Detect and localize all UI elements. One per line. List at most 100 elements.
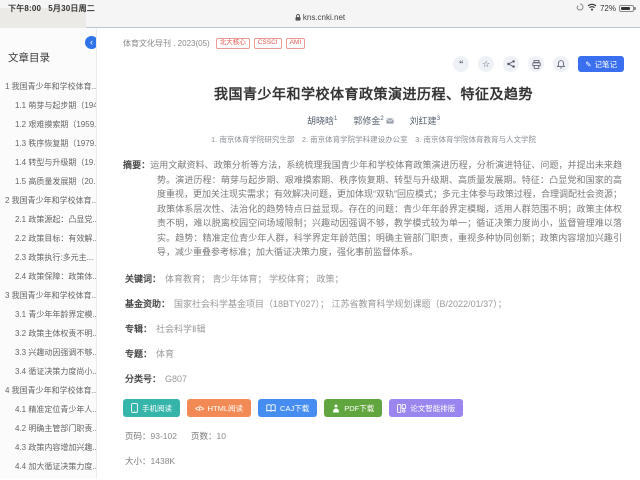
address-bar[interactable]: kns.cnki.net	[0, 13, 640, 23]
abstract: 摘要：运用文献资料、政策分析等方法，系统梳理我国青少年和学校体育政策演进历程，分…	[123, 158, 622, 260]
book-icon	[266, 404, 276, 412]
chevron-left-icon: ‹	[90, 37, 93, 47]
toc-item[interactable]: 2.4 政策保障：政策体...	[0, 267, 96, 286]
pencil-icon: ✎	[585, 60, 591, 69]
phone-button[interactable]: 手机阅读	[123, 399, 180, 417]
phone-icon	[131, 403, 138, 413]
fund-value[interactable]: 国家社会科学基金项目（18BTY027）； 江苏省教育科学规划课题（B/2022…	[174, 299, 507, 309]
size-row: 大小：1438K	[123, 455, 624, 467]
toc-item[interactable]: 2.1 政策源起：凸显党...	[0, 210, 96, 229]
journal-badge: CSSCI	[254, 38, 282, 49]
keywords-row: 关键词： 体育教育； 青少年体育； 学校体育； 政策；	[123, 272, 624, 285]
email-icon	[386, 116, 394, 126]
toc-item[interactable]: 1.3 秩序恢复期（1979...	[0, 134, 96, 153]
toc-item[interactable]: 2 我国青少年和学校体育...	[0, 191, 96, 210]
article-title: 我国青少年和学校体育政策演进历程、特征及趋势	[153, 84, 594, 104]
keywords-label: 关键词：	[125, 274, 161, 284]
affiliations[interactable]: 1. 南京体育学院研究生部 2. 南京体育学院学科建设办公室 3. 南京体育学院…	[123, 134, 624, 145]
battery-percent: 72%	[600, 4, 616, 13]
article-card: 体育文化导刊 . 2023(05) 北大核心 CSSCI AMI “ ☆	[97, 28, 640, 467]
wifi-icon	[587, 3, 597, 13]
html-icon: </>	[195, 404, 204, 413]
journal-badges: 北大核心 CSSCI AMI	[216, 38, 305, 49]
journal-badge: 北大核心	[216, 38, 250, 49]
layout-icon	[397, 404, 406, 413]
status-bar: 下午8:00 5月30日周二 kns.cnki.net 72%	[0, 0, 640, 28]
clc-row: 分类号： G807	[123, 372, 624, 385]
album-label: 专辑：	[125, 324, 152, 334]
toc-item[interactable]: 3 我国青少年和学校体育...	[0, 286, 96, 305]
toc-item[interactable]: 4.1 精准定位青少年人...	[0, 400, 96, 419]
button-label: CAJ下载	[280, 403, 309, 414]
pages-row: 页码：93-102 页数：10	[123, 430, 624, 442]
favorite-star-icon[interactable]: ☆	[478, 56, 494, 72]
abstract-text: 运用文献资料、政策分析等方法，系统梳理我国青少年和学校体育政策演进历程，分析演进…	[150, 160, 622, 257]
toc-item[interactable]: 2.2 政策目标：有效解...	[0, 229, 96, 248]
page-body: ‹ 文章目录 1 我国青少年和学校体育...1.1 萌芽与起步期（194...1…	[0, 28, 640, 479]
bell-icon[interactable]	[553, 56, 569, 72]
page-count-label: 页数：	[191, 431, 217, 441]
clc-label: 分类号：	[125, 374, 161, 384]
author-link[interactable]: 郭修金2	[353, 116, 393, 126]
button-label: HTML阅读	[208, 403, 243, 414]
toc-item[interactable]: 3.3 兴趣动因强调不够...	[0, 343, 96, 362]
journal-row: 体育文化导刊 . 2023(05) 北大核心 CSSCI AMI	[123, 38, 624, 49]
pages-label: 页码：	[125, 431, 151, 441]
toc-item[interactable]: 1.5 高质量发展期（20...	[0, 172, 96, 191]
quote-icon[interactable]: “	[453, 56, 469, 72]
toc-item[interactable]: 3.4 循证决策力度尚小...	[0, 362, 96, 381]
button-label: PDF下载	[344, 403, 374, 414]
album-row: 专辑：社会科学Ⅱ辑	[123, 322, 624, 335]
page-count-value: 10	[217, 431, 226, 441]
toc-title: 文章目录	[8, 50, 96, 65]
pages-value: 93-102	[151, 431, 177, 441]
note-button-label: 记笔记	[595, 59, 618, 70]
download-buttons-row: 手机阅读 </> HTML阅读 CAJ下载 PDF下载 论文智能排版	[123, 399, 624, 417]
clc-value: G807	[165, 374, 187, 384]
toc-item[interactable]: 3.2 政策主体权责不明...	[0, 324, 96, 343]
size-label: 大小：	[125, 456, 151, 466]
note-button[interactable]: ✎ 记笔记	[578, 56, 624, 72]
lock-icon	[295, 14, 301, 23]
button-label: 手机阅读	[142, 403, 172, 414]
book-button[interactable]: CAJ下载	[258, 399, 317, 417]
status-date: 5月30日周二	[48, 4, 95, 13]
toc-item[interactable]: 1.2 艰难摸索期（1959...	[0, 115, 96, 134]
pdf-button[interactable]: PDF下载	[324, 399, 382, 417]
toc-item[interactable]: 3.1 青少年年龄界定模...	[0, 305, 96, 324]
abstract-label: 摘要：	[123, 160, 150, 170]
status-right: 72%	[576, 3, 634, 13]
toc-item[interactable]: 2.3 政策执行:多元主...	[0, 248, 96, 267]
button-label: 论文智能排版	[410, 403, 455, 414]
topic-row: 专题： 体育	[123, 347, 624, 360]
journal-name[interactable]: 体育文化导刊 . 2023(05)	[123, 38, 210, 49]
journal-badge: AMI	[286, 38, 306, 49]
toc-item[interactable]: 1 我国青少年和学校体育...	[0, 77, 96, 96]
size-value: 1438K	[151, 456, 176, 466]
ipad-screen: 下午8:00 5月30日周二 kns.cnki.net 72% ‹ 文章目录 1 …	[0, 0, 640, 480]
toc-item[interactable]: 4.3 政策内容增加兴趣...	[0, 438, 96, 457]
toc-item[interactable]: 4.4 加大循证决策力度...	[0, 457, 96, 476]
sidebar-collapse-button[interactable]: ‹	[85, 36, 97, 49]
layout-button[interactable]: 论文智能排版	[389, 399, 463, 417]
keywords-value[interactable]: 体育教育； 青少年体育； 学校体育； 政策；	[165, 274, 344, 284]
toc-item[interactable]: 4 我国青少年和学校体育...	[0, 381, 96, 400]
toc-item[interactable]: 4.2 明确主管部门职责...	[0, 419, 96, 438]
fund-row: 基金资助： 国家社会科学基金项目（18BTY027）； 江苏省教育科学规划课题（B…	[123, 297, 624, 310]
rotation-lock-icon	[576, 3, 584, 13]
toc-item[interactable]: 1.4 转型与升级期（19...	[0, 153, 96, 172]
author-link[interactable]: 胡晓晗1	[307, 116, 337, 126]
topic-value: 体育	[156, 349, 174, 359]
author-link[interactable]: 刘红建3	[410, 116, 440, 126]
article-main: 体育文化导刊 . 2023(05) 北大核心 CSSCI AMI “ ☆	[97, 28, 640, 479]
toc-list: 1 我国青少年和学校体育...1.1 萌芽与起步期（194...1.2 艰难摸索…	[0, 77, 96, 476]
battery-icon	[619, 5, 634, 12]
status-time: 下午8:00	[8, 4, 41, 13]
topic-label: 专题：	[125, 349, 152, 359]
toc-item[interactable]: 1.1 萌芽与起步期（194...	[0, 96, 96, 115]
share-icon[interactable]	[503, 56, 519, 72]
toc-sidebar: ‹ 文章目录 1 我国青少年和学校体育...1.1 萌芽与起步期（194...1…	[0, 28, 97, 479]
html-button[interactable]: </> HTML阅读	[187, 399, 251, 417]
fund-label: 基金资助：	[125, 299, 170, 309]
print-icon[interactable]	[528, 56, 544, 72]
